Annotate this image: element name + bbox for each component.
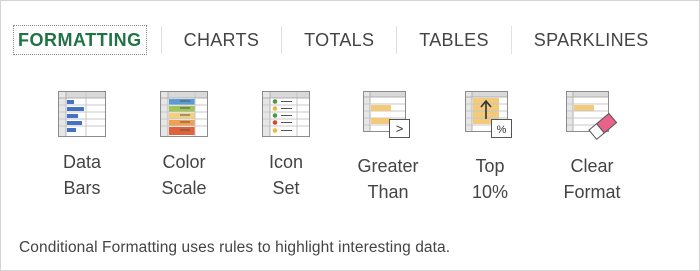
- clear-format-icon: [566, 91, 618, 141]
- icon-set-button[interactable]: Icon Set: [235, 91, 337, 205]
- data-bars-button[interactable]: Data Bars: [31, 91, 133, 205]
- color-scale-icon: [160, 91, 208, 137]
- quick-analysis-panel: FORMATTING CHARTS TOTALS TABLES SPARKLIN…: [0, 0, 700, 271]
- icon-set-label: Icon Set: [268, 152, 304, 198]
- tab-formatting[interactable]: FORMATTING: [13, 25, 147, 55]
- color-scale-label: Color Scale: [161, 152, 207, 198]
- panel-description: Conditional Formatting uses rules to hig…: [19, 239, 451, 256]
- greater-than-label: Greater Than: [357, 156, 419, 202]
- clear-format-label: Clear Format: [563, 156, 621, 202]
- top-ten-percent-button[interactable]: % Top 10%: [439, 91, 541, 205]
- greater-than-icon: >: [363, 91, 410, 138]
- clear-format-button[interactable]: Clear Format: [541, 91, 643, 205]
- tab-sparklines[interactable]: SPARKLINES: [510, 26, 671, 54]
- tab-charts[interactable]: CHARTS: [160, 26, 281, 54]
- data-bars-label: Data Bars: [62, 152, 102, 198]
- greater-than-button[interactable]: > Greater Than: [337, 91, 439, 205]
- greater-than-badge: >: [396, 121, 404, 136]
- color-scale-button[interactable]: Color Scale: [133, 91, 235, 205]
- quick-analysis-tabs: FORMATTING CHARTS TOTALS TABLES SPARKLIN…: [13, 23, 671, 57]
- icon-set-icon: [262, 91, 310, 137]
- tab-tables[interactable]: TABLES: [396, 26, 511, 54]
- top-ten-percent-label: Top 10%: [471, 156, 509, 202]
- data-bars-icon: [58, 91, 106, 137]
- top-ten-percent-icon: %: [465, 91, 512, 138]
- top-ten-percent-badge: %: [497, 124, 507, 136]
- tab-totals[interactable]: TOTALS: [281, 26, 396, 54]
- formatting-tools: Data Bars Color Scale Icon Set > Greater…: [31, 91, 643, 205]
